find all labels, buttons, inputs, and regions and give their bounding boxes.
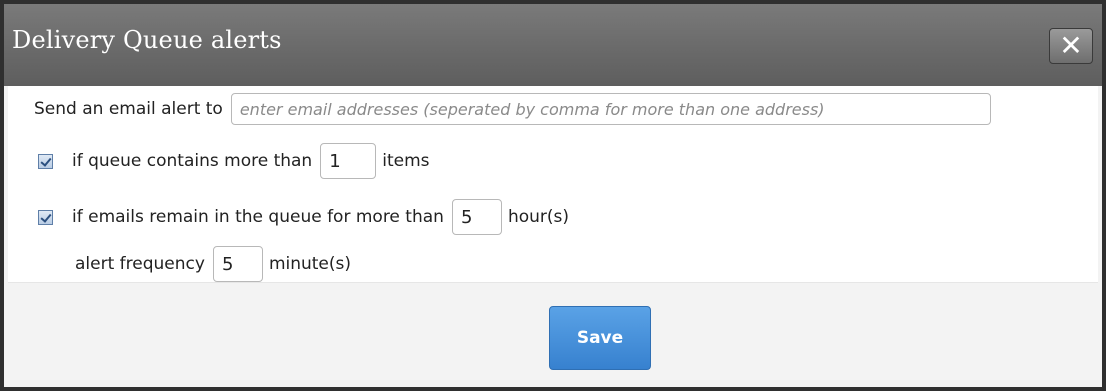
queue-size-unit-label: items <box>382 151 430 171</box>
delivery-queue-alerts-dialog: Delivery Queue alerts ✕ Send an email al… <box>0 0 1106 391</box>
email-alert-row: Send an email alert to <box>34 92 991 126</box>
dialog-titlebar: Delivery Queue alerts ✕ <box>4 4 1102 86</box>
email-addresses-input[interactable] <box>230 93 991 125</box>
alert-frequency-input[interactable] <box>212 246 263 282</box>
queue-size-label: if queue contains more than <box>72 151 313 171</box>
dialog-title: Delivery Queue alerts <box>12 26 282 54</box>
queue-size-input[interactable] <box>320 143 377 179</box>
queue-age-rule-row: if emails remain in the queue for more t… <box>38 199 569 235</box>
dialog-footer: Save <box>8 282 1098 383</box>
alert-frequency-unit-label: minute(s) <box>268 254 352 274</box>
save-button[interactable]: Save <box>549 306 651 370</box>
queue-age-unit-label: hour(s) <box>507 207 569 227</box>
queue-size-rule-row: if queue contains more than items <box>38 143 430 179</box>
queue-age-label: if emails remain in the queue for more t… <box>72 207 444 227</box>
dialog-content: Send an email alert to if queue contains… <box>8 86 1098 282</box>
alert-frequency-row: alert frequency minute(s) <box>75 246 352 282</box>
close-icon: ✕ <box>1059 29 1083 62</box>
email-alert-label: Send an email alert to <box>34 99 223 119</box>
queue-age-checkbox[interactable] <box>38 209 53 225</box>
alert-frequency-label: alert frequency <box>75 254 205 274</box>
queue-age-input[interactable] <box>451 199 502 235</box>
queue-size-checkbox[interactable] <box>38 153 53 169</box>
close-button[interactable]: ✕ <box>1049 28 1093 64</box>
